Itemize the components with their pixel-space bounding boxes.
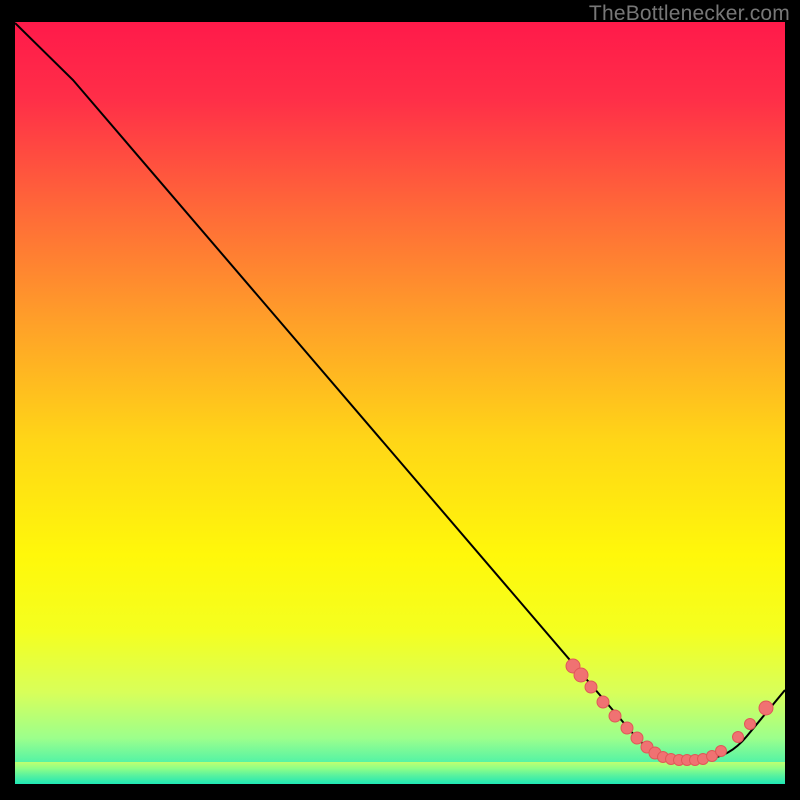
marker-dot xyxy=(631,732,643,744)
marker-dot xyxy=(733,732,744,743)
marker-dot xyxy=(609,710,621,722)
marker-dot xyxy=(597,696,609,708)
plot-area xyxy=(15,22,785,784)
chart-frame: TheBottlenecker.com xyxy=(0,0,800,800)
marker-dot xyxy=(759,701,773,715)
bottom-green-band xyxy=(15,762,785,784)
marker-dot xyxy=(574,668,588,682)
marker-dot xyxy=(716,746,727,757)
marker-dot xyxy=(585,681,597,693)
heatmap-background xyxy=(15,22,785,784)
marker-dot xyxy=(745,719,756,730)
gradient-plot xyxy=(15,22,785,784)
marker-dot xyxy=(621,722,633,734)
